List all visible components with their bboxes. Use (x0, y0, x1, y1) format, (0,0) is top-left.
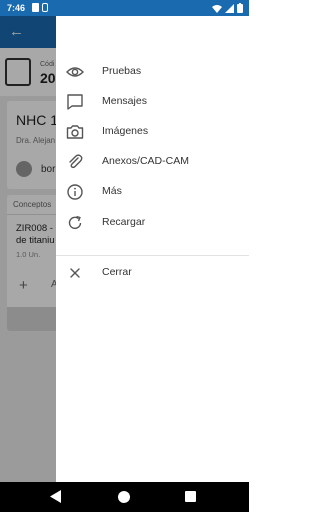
menu-item-pruebas[interactable]: Pruebas (56, 57, 249, 87)
menu-item-anexos[interactable]: Anexos/CAD-CAM (56, 147, 249, 177)
close-icon (70, 268, 80, 278)
menu-item-label: Pruebas (102, 65, 142, 77)
signal-icon (225, 3, 234, 13)
wifi-icon (212, 4, 222, 13)
nav-recents-icon[interactable] (185, 491, 196, 502)
app-notification-icon (42, 3, 48, 12)
battery-icon (237, 3, 243, 13)
nav-back-icon[interactable] (50, 490, 62, 503)
nav-home-icon[interactable] (118, 491, 130, 503)
menu-item-label: Más (102, 185, 122, 197)
refresh-icon (68, 215, 82, 229)
menu-item-label: Recargar (102, 216, 146, 228)
drawer-divider (56, 255, 249, 256)
menu-item-label: Imágenes (102, 125, 149, 137)
status-time: 7:46 (7, 3, 26, 13)
menu-item-recargar[interactable]: Recargar (56, 208, 249, 238)
menu-item-label: Mensajes (102, 95, 147, 107)
menu-item-label: Cerrar (102, 266, 132, 278)
system-navigation-bar (0, 482, 249, 512)
menu-item-label: Anexos/CAD-CAM (102, 155, 189, 167)
menu-item-mensajes[interactable]: Mensajes (56, 87, 249, 117)
eye-icon (66, 67, 84, 77)
paperclip-icon (69, 154, 83, 169)
status-bar: 7:46 (0, 0, 249, 16)
navigation-drawer: Pruebas Mensajes Imágenes Anexos/CAD-CAM… (56, 16, 249, 482)
menu-item-mas[interactable]: Más (56, 177, 249, 207)
info-icon (67, 184, 83, 200)
camera-icon (66, 125, 84, 139)
menu-item-cerrar[interactable]: Cerrar (56, 258, 249, 288)
sim-icon (32, 3, 39, 12)
notification-icons (32, 3, 48, 12)
message-icon (67, 94, 83, 110)
menu-item-imagenes[interactable]: Imágenes (56, 117, 249, 147)
system-icons (212, 3, 243, 13)
